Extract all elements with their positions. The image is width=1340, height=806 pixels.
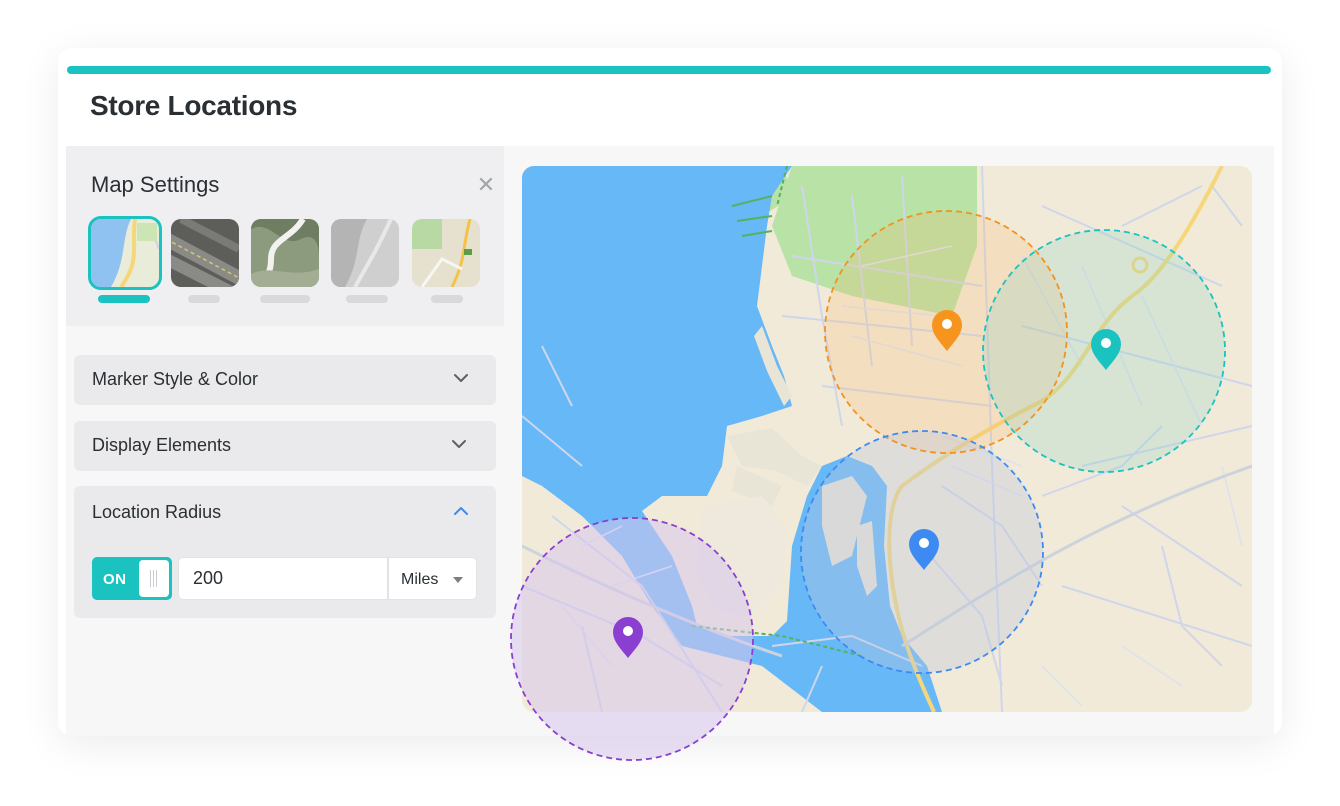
radius-toggle[interactable]: ON (92, 557, 172, 600)
radius-value-input[interactable] (178, 557, 388, 600)
streets-map-style-thumb[interactable] (412, 219, 480, 287)
toggle-on-label: ON (103, 571, 127, 588)
display-elements-accordion[interactable]: Display Elements (74, 421, 496, 471)
page-title: Store Locations (90, 90, 298, 121)
marker-style-label: Marker Style & Color (92, 369, 259, 389)
light-map-style-indicator (98, 295, 150, 303)
chevron-down-icon (452, 440, 466, 448)
grayscale-map-style-thumb[interactable] (331, 219, 399, 287)
display-elements-label: Display Elements (92, 435, 232, 455)
caret-down-icon (453, 577, 463, 583)
close-icon[interactable]: ✕ (476, 174, 496, 196)
terrain-map-style-indicator (260, 295, 310, 303)
satellite-map-style-indicator (188, 295, 220, 303)
light-map-style-thumb[interactable] (88, 216, 162, 290)
location-radius-label: Location Radius (92, 502, 222, 522)
toggle-knob[interactable] (139, 560, 169, 597)
streets-map-style-indicator (431, 295, 463, 303)
chevron-up-icon[interactable] (452, 502, 470, 520)
unit-select[interactable]: Miles (388, 557, 477, 600)
satellite-map-style-thumb[interactable] (171, 219, 239, 287)
grayscale-map-style-indicator (346, 295, 388, 303)
map-settings-title: Map Settings (91, 172, 220, 197)
unit-select-value: Miles (401, 571, 439, 588)
chevron-down-icon (454, 374, 468, 382)
marker-style-accordion[interactable]: Marker Style & Color (74, 355, 496, 405)
terrain-map-style-thumb[interactable] (251, 219, 319, 287)
accent-bar (67, 66, 1271, 74)
